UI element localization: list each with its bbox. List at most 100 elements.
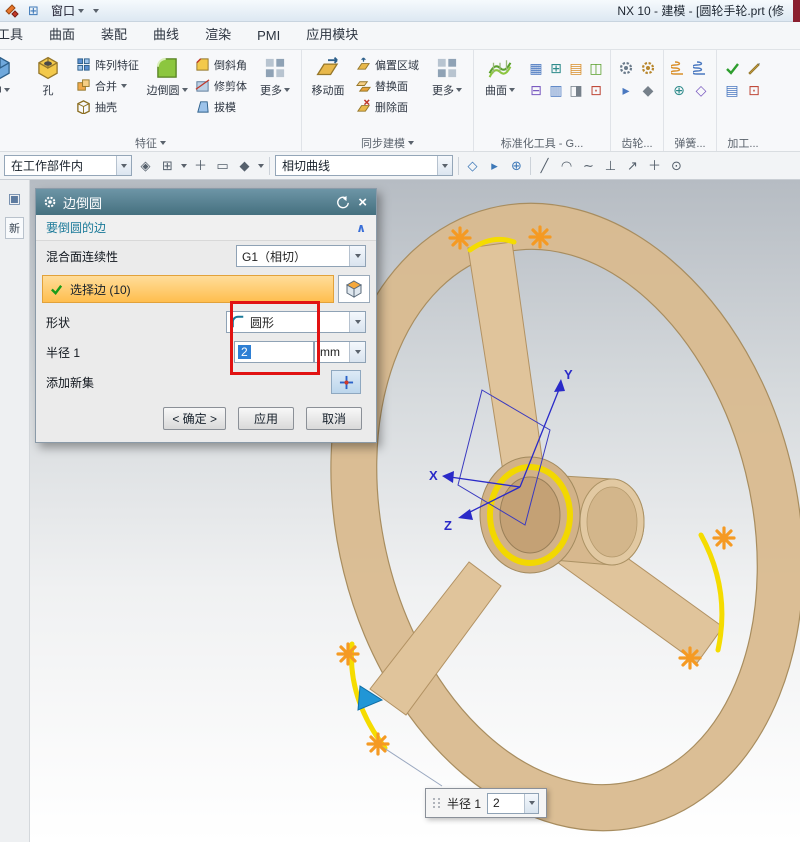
- dropdown-arrow-button[interactable]: [349, 312, 365, 332]
- add-new-set-button[interactable]: [331, 370, 361, 394]
- select-edge-active[interactable]: 选择边 (10): [42, 275, 334, 303]
- apply-button[interactable]: 应用: [238, 407, 294, 430]
- quick-access-chevron-icon[interactable]: [93, 8, 100, 13]
- machining-tool-icon-4[interactable]: ⊡: [748, 83, 760, 97]
- section-edges-to-blend[interactable]: 要倒圆的边 ∧: [36, 215, 376, 241]
- hole-button[interactable]: 孔: [24, 51, 72, 98]
- std-tool-icon-3[interactable]: ▤: [569, 61, 582, 75]
- gear-icon[interactable]: [618, 60, 634, 76]
- dropdown-arrow-button[interactable]: [349, 246, 365, 266]
- edge-selection-marker[interactable]: [528, 225, 552, 249]
- group-label-sync-modeling[interactable]: 同步建模: [304, 135, 471, 151]
- perpendicular-tool-icon[interactable]: ⊥: [602, 159, 619, 172]
- gear-icon[interactable]: [640, 60, 656, 76]
- tab-surface[interactable]: 曲面: [36, 19, 88, 49]
- feature-more-button[interactable]: 更多: [251, 51, 299, 98]
- trim-body-button[interactable]: 修剪体: [191, 75, 251, 96]
- close-icon[interactable]: ×: [356, 195, 369, 210]
- circle-tool-icon[interactable]: ⊙: [668, 159, 685, 172]
- gear-tool-icon-3[interactable]: ▸: [622, 83, 629, 97]
- unite-button[interactable]: 合并: [72, 75, 143, 96]
- cancel-button[interactable]: 取消: [306, 407, 362, 430]
- offset-region-button[interactable]: 偏置区域: [352, 54, 423, 75]
- chamfer-button[interactable]: 倒斜角: [191, 54, 251, 75]
- draft-button[interactable]: 拔模: [191, 96, 251, 117]
- spring-icon[interactable]: [671, 60, 687, 76]
- std-tool-icon-4[interactable]: ◫: [589, 61, 602, 75]
- curve-rule-dropdown[interactable]: 相切曲线: [275, 155, 453, 176]
- solid-cube-icon[interactable]: ◆: [236, 159, 253, 172]
- dropdown-arrow-button[interactable]: [116, 156, 131, 175]
- std-tool-icon-1[interactable]: ▦: [529, 61, 542, 75]
- delete-face-button[interactable]: 删除面: [352, 96, 423, 117]
- group-label-spring[interactable]: 弹簧...: [666, 135, 714, 151]
- gear-tool-icon-4[interactable]: ◆: [643, 83, 654, 97]
- dashed-rect-icon[interactable]: ▭: [214, 159, 231, 172]
- move-face-button[interactable]: 移动面: [304, 51, 352, 98]
- machining-tool-icon-3[interactable]: ▤: [725, 83, 738, 97]
- radius-input[interactable]: 2: [234, 341, 314, 363]
- curve-tool-icon[interactable]: ∼: [580, 159, 597, 172]
- collapse-chevron-icon[interactable]: ∧: [356, 221, 366, 235]
- edge-selection-marker[interactable]: [366, 732, 390, 756]
- point-constructor-icon[interactable]: ⊕: [508, 159, 525, 172]
- navigator-panel-icon[interactable]: ▣: [8, 190, 21, 207]
- std-tool-icon-5[interactable]: ⊟: [530, 83, 542, 97]
- chevron-down-icon[interactable]: [121, 83, 127, 88]
- onscreen-radius-box[interactable]: 半径 1 2: [425, 788, 548, 818]
- pattern-feature-button[interactable]: 阵列特征: [72, 54, 143, 75]
- shell-button[interactable]: 抽壳: [72, 96, 143, 117]
- group-label-gear[interactable]: 齿轮...: [613, 135, 661, 151]
- std-tool-icon-7[interactable]: ◨: [569, 83, 582, 97]
- pencil-icon[interactable]: [746, 60, 762, 76]
- ok-button[interactable]: < 确定 >: [163, 407, 226, 430]
- vector-tool-icon[interactable]: ↗: [624, 159, 641, 172]
- dialog-titlebar[interactable]: 边倒圆 ×: [36, 189, 376, 215]
- extrude-button[interactable]: 伸: [0, 51, 24, 98]
- dropdown-arrow-button[interactable]: [524, 793, 539, 813]
- check-icon[interactable]: [724, 60, 740, 76]
- window-menu[interactable]: 窗口: [47, 1, 88, 20]
- group-label-feature[interactable]: 特征: [2, 135, 299, 151]
- drag-handle[interactable]: [433, 798, 441, 808]
- chevron-down-icon[interactable]: [258, 163, 264, 168]
- chevron-down-icon[interactable]: [181, 163, 187, 168]
- edge-selection-marker[interactable]: [712, 526, 736, 550]
- shape-dropdown[interactable]: 圆形: [226, 311, 366, 333]
- window-close-fragment[interactable]: [793, 0, 800, 22]
- dropdown-arrow-button[interactable]: [349, 342, 365, 362]
- spring-tool-icon-3[interactable]: ⊕: [673, 83, 685, 97]
- edge-blend-button[interactable]: 边倒圆: [143, 51, 191, 98]
- spring-tool-icon-4[interactable]: ◇: [696, 83, 707, 97]
- mini-radius-input[interactable]: 2: [487, 792, 540, 814]
- dropdown-arrow-button[interactable]: [437, 156, 452, 175]
- group-label-std-tools[interactable]: 标准化工具 - G...: [476, 135, 608, 151]
- rail-tab-new[interactable]: 新: [5, 217, 24, 239]
- snap-cube-button[interactable]: [338, 275, 370, 303]
- arrow-tool-icon[interactable]: ▸: [486, 159, 503, 172]
- tab-assembly[interactable]: 装配: [88, 19, 140, 49]
- grid-snap-icon[interactable]: ⊞: [159, 159, 176, 172]
- snap-point-icon[interactable]: ◈: [137, 159, 154, 172]
- graphics-window[interactable]: Y X Z 边倒圆 × 要倒圆的边 ∧ 混合面连续性 G1（相切） 选择边 (1…: [30, 180, 800, 842]
- edge-selection-marker[interactable]: [448, 226, 472, 250]
- plus-tool-icon[interactable]: ＋: [646, 159, 663, 172]
- edge-selection-marker[interactable]: [678, 646, 702, 670]
- std-tool-icon-6[interactable]: ▥: [549, 83, 562, 97]
- reset-icon[interactable]: [336, 195, 350, 209]
- continuity-dropdown[interactable]: G1（相切）: [236, 245, 366, 267]
- window-grid-icon[interactable]: ⊞: [25, 4, 42, 17]
- edge-selection-marker[interactable]: [336, 642, 360, 666]
- group-label-machining[interactable]: 加工...: [719, 135, 767, 151]
- tab-render[interactable]: 渲染: [192, 19, 244, 49]
- arc-tool-icon[interactable]: ◠: [558, 159, 575, 172]
- line-tool-icon[interactable]: ╱: [536, 159, 553, 172]
- radius-unit-dropdown[interactable]: mm: [314, 341, 366, 363]
- tab-curve[interactable]: 曲线: [140, 19, 192, 49]
- selection-scope-dropdown[interactable]: 在工作部件内: [4, 155, 132, 176]
- std-tool-icon-8[interactable]: ⊡: [590, 83, 602, 97]
- spring-icon[interactable]: [693, 60, 709, 76]
- sync-more-button[interactable]: 更多: [423, 51, 471, 98]
- std-tool-icon-2[interactable]: ⊞: [550, 61, 562, 75]
- tab-application[interactable]: 应用模块: [293, 19, 371, 49]
